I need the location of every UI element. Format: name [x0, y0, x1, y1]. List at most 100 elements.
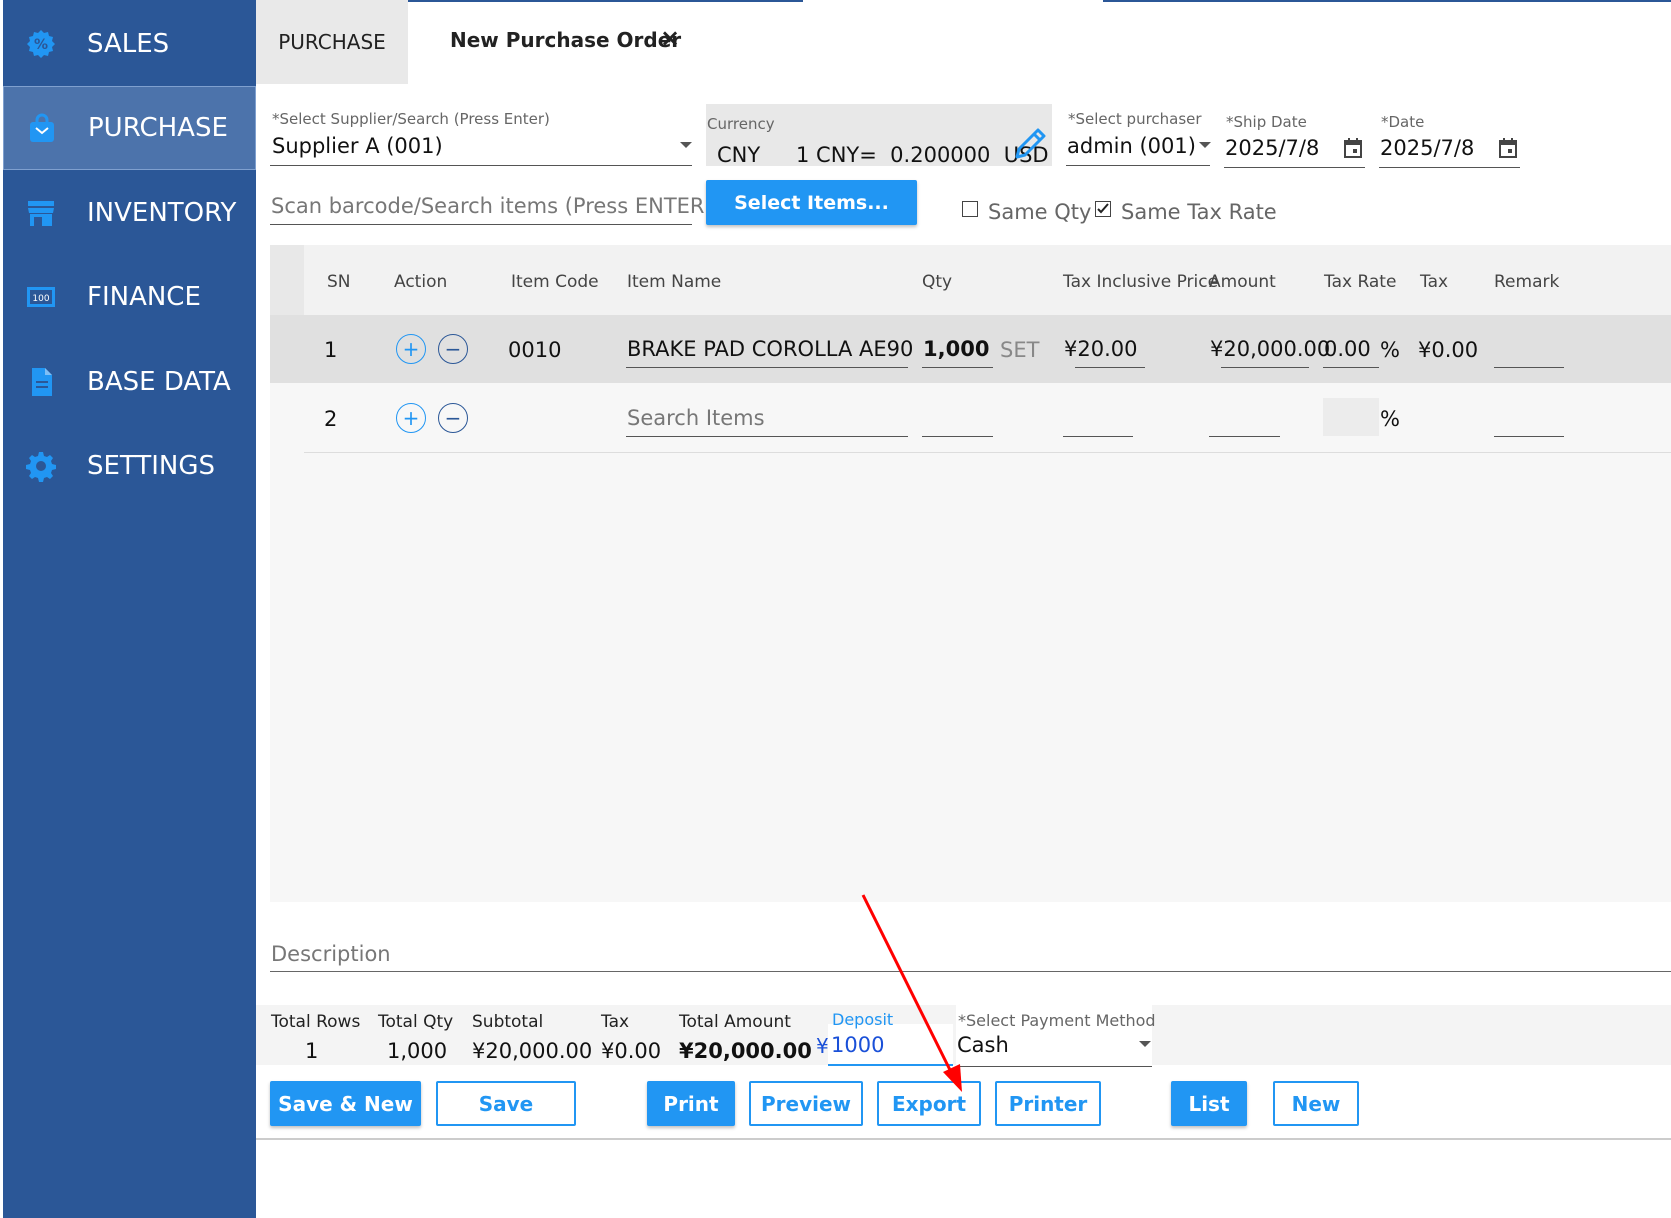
row-sn: 2 — [324, 407, 338, 431]
ship-date-underline — [1224, 167, 1365, 168]
close-tab-icon[interactable]: × — [660, 24, 680, 52]
purchaser-select[interactable]: admin (001) — [1067, 134, 1196, 158]
percent-sign: % — [1380, 407, 1400, 431]
scan-underline — [270, 224, 692, 225]
header-item-code: Item Code — [511, 272, 599, 292]
chevron-down-icon[interactable] — [680, 142, 692, 148]
checkmark-icon — [1097, 203, 1109, 214]
header-amount: Amount — [1209, 272, 1276, 292]
store-icon — [25, 197, 57, 229]
date-underline — [1379, 167, 1520, 168]
shopping-bag-icon — [26, 112, 58, 144]
tax-rate-input[interactable] — [1323, 398, 1379, 436]
row-sn: 1 — [324, 338, 338, 362]
row-item-name[interactable]: BRAKE PAD COROLLA AE90 — [627, 337, 913, 361]
header-remark: Remark — [1494, 272, 1560, 292]
add-row-icon[interactable]: + — [396, 403, 426, 433]
header-tax-rate: Tax Rate — [1324, 272, 1397, 292]
sidebar-item-sales[interactable]: % SALES — [3, 2, 256, 86]
grid-header — [270, 245, 1671, 315]
pencil-icon[interactable] — [1012, 126, 1048, 166]
subtotal-label: Subtotal — [472, 1012, 544, 1032]
row-tax: ¥0.00 — [1418, 338, 1479, 362]
supplier-select[interactable]: Supplier A (001) — [272, 134, 443, 158]
tax-label: Tax — [601, 1012, 630, 1032]
currency-code: CNY — [717, 143, 761, 167]
ship-date-input[interactable]: 2025/7/8 — [1225, 136, 1319, 160]
supplier-label: *Select Supplier/Search (Press Enter) — [272, 110, 550, 128]
list-button[interactable]: List — [1171, 1081, 1247, 1126]
sidebar-item-label: INVENTORY — [87, 198, 237, 228]
item-name-underline — [626, 436, 908, 437]
supplier-underline — [270, 165, 692, 166]
deposit-label: Deposit — [832, 1010, 894, 1029]
amount-underline — [1209, 436, 1280, 437]
banknote-icon: 100 — [25, 281, 57, 313]
scan-search-input[interactable]: Scan barcode/Search items (Press ENTER) — [271, 194, 713, 218]
save-and-new-button[interactable]: Save & New — [270, 1081, 421, 1126]
percent-sign: % — [1380, 338, 1400, 362]
new-button[interactable]: New — [1273, 1081, 1359, 1126]
sidebar-item-base-data[interactable]: BASE DATA — [3, 340, 256, 424]
sidebar-item-purchase[interactable]: PURCHASE — [3, 86, 256, 170]
total-qty-value: 1,000 — [387, 1039, 448, 1063]
total-rows-value: 1 — [305, 1039, 319, 1063]
printer-button[interactable]: Printer — [995, 1081, 1101, 1126]
deposit-input[interactable]: 1000 — [831, 1033, 884, 1057]
header-sn: SN — [327, 272, 351, 292]
tab-purchase[interactable]: PURCHASE — [256, 0, 408, 84]
add-row-icon[interactable]: + — [396, 334, 426, 364]
payment-underline — [956, 1066, 1152, 1067]
same-qty-label: Same Qty — [988, 200, 1092, 224]
print-button[interactable]: Print — [647, 1081, 735, 1126]
row-price-input[interactable]: ¥20.00 — [1064, 337, 1137, 361]
preview-button[interactable]: Preview — [749, 1081, 863, 1126]
calendar-icon[interactable] — [1498, 137, 1518, 163]
tab-new-purchase-order[interactable]: New Purchase Order — [450, 28, 681, 52]
sidebar-item-label: FINANCE — [87, 282, 201, 312]
description-input[interactable]: Description — [271, 942, 391, 966]
document-icon — [25, 366, 57, 398]
svg-text:100: 100 — [32, 294, 49, 304]
tab-accent-line — [408, 0, 803, 2]
row-separator — [304, 452, 1671, 453]
row-item-code: 0010 — [508, 338, 562, 362]
row-qty-input[interactable]: 1,000 — [923, 337, 989, 361]
subtotal-value: ¥20,000.00 — [472, 1039, 593, 1063]
description-underline — [270, 971, 1671, 972]
sidebar-item-settings[interactable]: SETTINGS — [3, 424, 256, 508]
save-button[interactable]: Save — [436, 1081, 576, 1126]
chevron-down-icon[interactable] — [1139, 1041, 1151, 1047]
same-qty-checkbox[interactable] — [962, 201, 978, 217]
sidebar-item-inventory[interactable]: INVENTORY — [3, 171, 256, 255]
sidebar-item-label: SETTINGS — [87, 451, 216, 481]
tax-value: ¥0.00 — [601, 1039, 662, 1063]
date-input[interactable]: 2025/7/8 — [1380, 136, 1474, 160]
same-tax-rate-label: Same Tax Rate — [1121, 200, 1277, 224]
tax-rate-underline — [1323, 367, 1379, 368]
svg-text:%: % — [34, 37, 48, 53]
row-amount-input[interactable]: ¥20,000.00 — [1210, 337, 1330, 361]
ship-date-label: *Ship Date — [1226, 113, 1307, 131]
row-tax-rate-input[interactable]: 0.00 — [1324, 337, 1371, 361]
search-items-input[interactable]: Search Items — [627, 406, 765, 430]
sidebar: % SALES PURCHASE INVENTORY 100 FINANCE B… — [3, 0, 256, 1218]
gear-icon — [25, 450, 57, 482]
select-items-button[interactable]: Select Items... — [706, 180, 917, 225]
export-button[interactable]: Export — [877, 1081, 981, 1126]
remove-row-icon[interactable]: − — [438, 403, 468, 433]
remark-underline — [1494, 367, 1564, 368]
payment-method-select[interactable]: Cash — [957, 1033, 1009, 1057]
chevron-down-icon[interactable] — [1199, 142, 1211, 148]
price-underline — [1063, 436, 1133, 437]
total-amount-value: ¥20,000.00 — [679, 1039, 812, 1063]
purchaser-underline — [1066, 165, 1210, 166]
total-amount-label: Total Amount — [679, 1012, 791, 1032]
calendar-icon[interactable] — [1343, 137, 1363, 163]
sidebar-item-finance[interactable]: 100 FINANCE — [3, 255, 256, 339]
same-tax-rate-checkbox[interactable] — [1095, 201, 1111, 217]
amount-underline — [1221, 367, 1309, 368]
bottom-border — [256, 1138, 1671, 1140]
remove-row-icon[interactable]: − — [438, 334, 468, 364]
header-item-name: Item Name — [627, 272, 722, 292]
